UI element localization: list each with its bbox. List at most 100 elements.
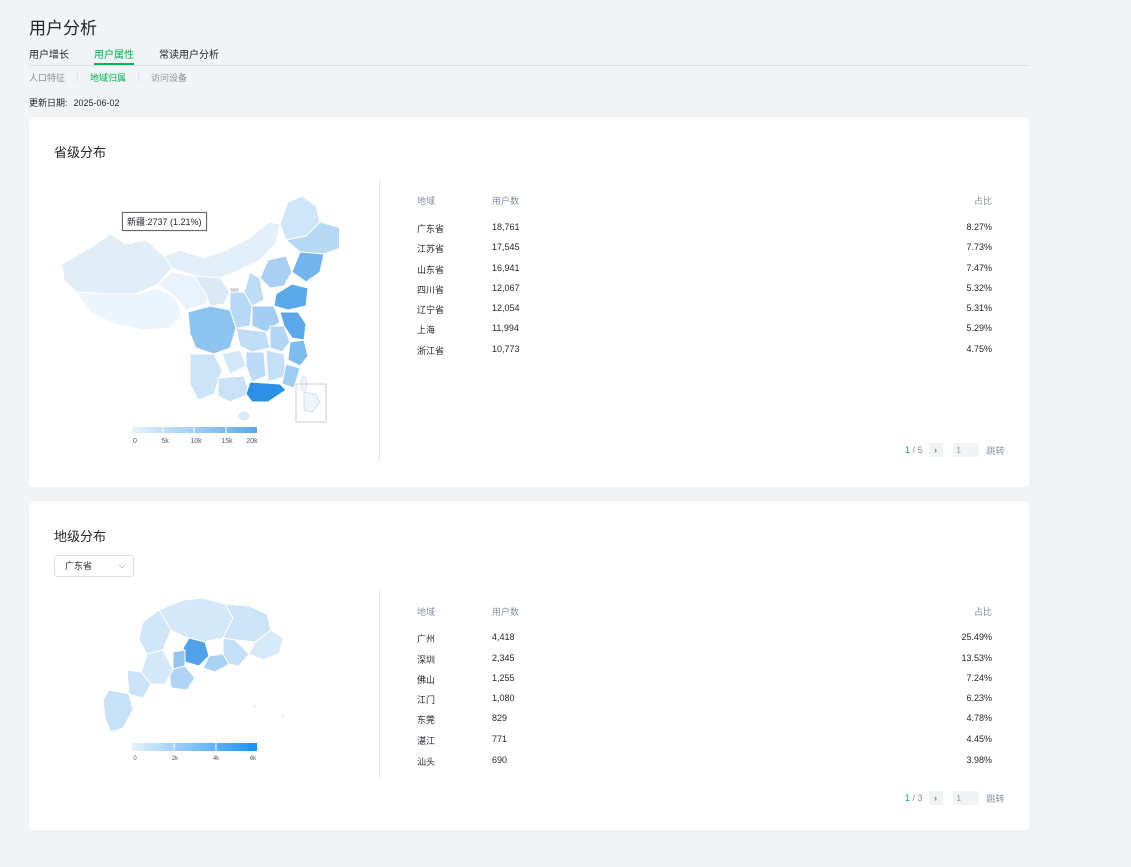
update-date-label: 更新日期: <box>29 98 68 108</box>
map-region-sichuan <box>187 305 237 355</box>
chevron-down-icon: ⌵ <box>118 560 126 571</box>
col-header-users: 用户数 <box>492 196 520 206</box>
col-header-region: 地域 <box>417 607 436 617</box>
cell-ratio: 5.29% <box>966 323 992 333</box>
update-date-value: 2025-06-02 <box>73 98 120 108</box>
tab-frequent-readers[interactable]: 常读用户分析 <box>159 46 219 61</box>
legend-tick: 0 <box>133 438 137 445</box>
cell-region: 湛江 <box>417 736 436 746</box>
map-region-north <box>158 597 234 643</box>
legend-tick: 2k <box>171 756 179 762</box>
cell-ratio: 7.73% <box>966 242 992 252</box>
table-row: 湛江 771 4.45% <box>417 734 992 748</box>
cell-region: 上海 <box>417 325 436 335</box>
legend-tick: 10k <box>190 438 202 445</box>
city-pagination: 1 / 3 › 跳转 <box>905 791 1005 805</box>
table-row: 四川省 12,067 5.32% <box>417 283 992 297</box>
map-island <box>281 714 285 718</box>
update-date: 更新日期: 2025-06-02 <box>29 96 120 109</box>
table-row: 辽宁省 12,054 5.31% <box>417 303 992 317</box>
subtab-divider <box>138 73 140 82</box>
table-row: 佛山 1,255 7.24% <box>417 673 992 687</box>
table-row: 山东省 16,941 7.47% <box>417 263 992 277</box>
cell-ratio: 4.75% <box>966 344 992 354</box>
cell-region: 佛山 <box>417 675 436 685</box>
legend-tick: 5k <box>161 438 169 445</box>
pager-next-button[interactable]: › <box>928 791 943 805</box>
cell-users: 17,545 <box>492 242 520 252</box>
cell-region: 四川省 <box>417 285 445 295</box>
subtab-devices[interactable]: 访问设备 <box>151 71 187 84</box>
pager-current: 1 <box>905 793 911 803</box>
cell-ratio: 13.53% <box>961 653 992 663</box>
cell-region: 辽宁省 <box>417 305 445 315</box>
map-island <box>253 704 257 708</box>
table-row: 广州 4,418 25.49% <box>417 632 992 646</box>
map-region-guangxi <box>217 375 251 403</box>
map-region-xinjiang <box>61 233 173 295</box>
province-select[interactable]: 广东省 ⌵ <box>54 555 134 577</box>
pager-jump-button[interactable]: 跳转 <box>987 444 1005 457</box>
cell-region: 东莞 <box>417 715 436 725</box>
map-region-hubei <box>235 327 271 353</box>
subtab-region[interactable]: 地域归属 <box>90 71 126 84</box>
pager-page-input[interactable] <box>952 443 979 457</box>
cell-users: 1,080 <box>492 693 515 703</box>
subtab-divider <box>77 73 79 82</box>
legend-tick: 6k <box>249 756 257 762</box>
pager-total: / 5 <box>912 445 923 455</box>
city-divider <box>379 590 380 778</box>
legend-tick: 20k <box>246 438 258 445</box>
cell-users: 12,067 <box>492 283 520 293</box>
tab-user-attributes[interactable]: 用户属性 <box>94 46 134 65</box>
cell-region: 江苏省 <box>417 244 445 254</box>
col-header-ratio: 占比 <box>973 196 992 206</box>
table-row: 江门 1,080 6.23% <box>417 693 992 707</box>
map-region-tibet <box>74 287 183 331</box>
chevron-right-icon: › <box>934 445 938 455</box>
cell-users: 771 <box>492 734 508 744</box>
province-card-title: 省级分布 <box>54 145 107 160</box>
cell-users: 16,941 <box>492 263 520 273</box>
pager-page-input[interactable] <box>952 791 979 805</box>
cell-region: 江门 <box>417 695 436 705</box>
col-header-ratio: 占比 <box>973 607 992 617</box>
province-table: 地域 用户数 占比 广东省 18,761 8.27% 江苏省 17,545 7.73% … <box>417 194 992 374</box>
table-row: 东莞 829 4.78% <box>417 713 992 727</box>
pager-current: 1 <box>905 445 911 455</box>
guangdong-map[interactable] <box>99 594 289 736</box>
pager-jump-button[interactable]: 跳转 <box>987 792 1005 805</box>
province-legend-bar <box>132 427 257 433</box>
cell-ratio: 6.23% <box>966 693 992 703</box>
col-header-users: 用户数 <box>492 607 520 617</box>
province-divider <box>379 180 380 462</box>
col-header-region: 地域 <box>417 196 436 206</box>
table-row: 上海 11,994 5.29% <box>417 323 992 337</box>
cell-users: 829 <box>492 713 508 723</box>
pager-total: / 3 <box>912 793 923 803</box>
page-title: 用户分析 <box>29 19 97 38</box>
sub-tabs: 人口特征 地域归属 访问设备 <box>29 71 187 84</box>
province-card: 省级分布 新疆:2737 (1.21%) 0 5k 10k 15k 20k 地域… <box>29 118 1029 487</box>
cell-users: 2,345 <box>492 653 515 663</box>
cell-ratio: 8.27% <box>966 222 992 232</box>
map-region-hunan <box>245 351 267 383</box>
table-row: 深圳 2,345 13.53% <box>417 653 992 667</box>
province-pagination: 1 / 5 › 跳转 <box>905 443 1005 457</box>
cell-ratio: 5.31% <box>966 303 992 313</box>
cell-region: 广东省 <box>417 224 445 234</box>
cell-ratio: 7.24% <box>966 673 992 683</box>
cell-region: 汕头 <box>417 757 436 767</box>
city-card-title: 地级分布 <box>54 529 107 544</box>
pager-next-button[interactable]: › <box>928 443 943 457</box>
legend-tick: 4k <box>212 756 220 762</box>
cell-region: 深圳 <box>417 655 436 665</box>
subtab-demographics[interactable]: 人口特征 <box>29 71 65 84</box>
city-table: 地域 用户数 占比 广州 4,418 25.49% 深圳 2,345 13.53% 佛山… <box>417 605 992 775</box>
map-region-hebei <box>259 255 293 289</box>
cell-users: 10,773 <box>492 344 520 354</box>
tab-user-growth[interactable]: 用户增长 <box>29 46 69 61</box>
map-region-shandong <box>273 283 309 311</box>
cell-region: 浙江省 <box>417 346 445 356</box>
map-region-guizhou <box>221 349 247 375</box>
